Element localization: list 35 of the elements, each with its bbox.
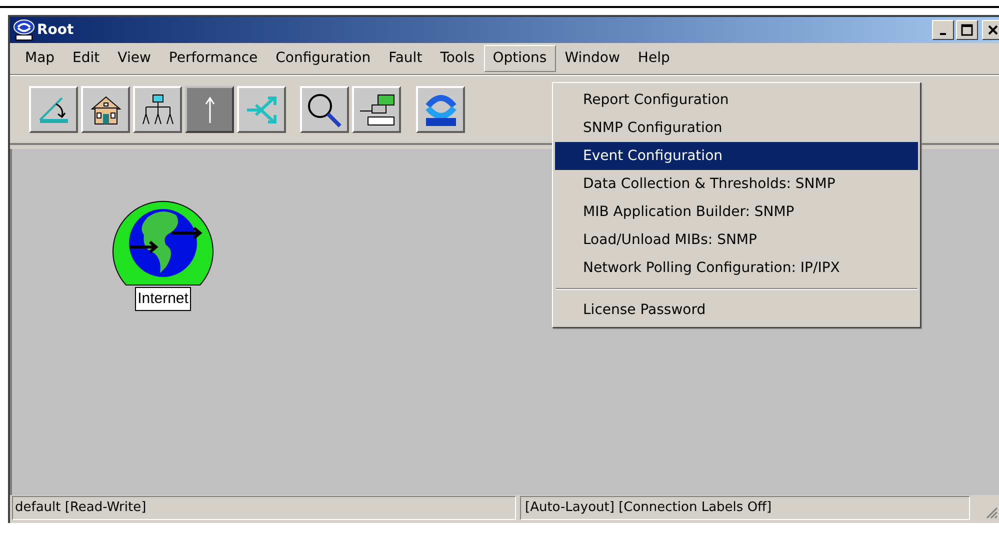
menu-option[interactable]: Report Configuration <box>555 86 918 114</box>
menu-option[interactable]: Network Polling Configuration: IP/IPX <box>555 254 918 282</box>
maximize-icon <box>961 24 973 36</box>
menu-item[interactable]: Fault <box>380 45 432 72</box>
menu-item[interactable]: Tools <box>431 45 484 72</box>
menu-option[interactable]: Event Configuration <box>555 142 918 170</box>
menu-item[interactable]: Map <box>16 45 64 72</box>
network-device-icon <box>358 92 396 126</box>
minimize-icon <box>940 33 946 35</box>
menu-option[interactable]: Data Collection & Thresholds: SNMP <box>555 170 918 198</box>
menu-option[interactable]: License Password <box>555 296 918 324</box>
maximize-button[interactable] <box>956 20 978 40</box>
node-label: Internet <box>134 287 192 311</box>
app-logo-icon <box>12 19 36 41</box>
menu-item[interactable]: Edit <box>64 45 109 72</box>
status-text: [Auto-Layout] [Connection Labels Off] <box>520 496 970 520</box>
up-arrow-icon <box>204 94 214 124</box>
status-text: default [Read-Write] <box>12 496 516 520</box>
resize-grip-icon <box>984 505 998 519</box>
menu-item[interactable]: View <box>108 45 160 72</box>
menu-option[interactable]: MIB Application Builder: SNMP <box>555 198 918 226</box>
hierarchy-icon <box>140 94 176 126</box>
window-title: Root <box>37 20 74 40</box>
menu-option[interactable]: SNMP Configuration <box>555 114 918 142</box>
close-icon <box>988 25 998 35</box>
minimize-button[interactable] <box>932 20 954 40</box>
menu-item[interactable]: Options <box>484 45 556 72</box>
menu-item[interactable]: Configuration <box>266 45 380 72</box>
menu-option[interactable]: Load/Unload MIBs: SNMP <box>555 226 918 254</box>
house-icon <box>88 94 122 126</box>
close-button[interactable] <box>982 20 999 40</box>
menu-item[interactable]: Performance <box>160 45 267 72</box>
menu-item[interactable]: Help <box>628 45 679 72</box>
menu-item[interactable]: Window <box>556 45 629 72</box>
search-icon <box>306 92 344 128</box>
